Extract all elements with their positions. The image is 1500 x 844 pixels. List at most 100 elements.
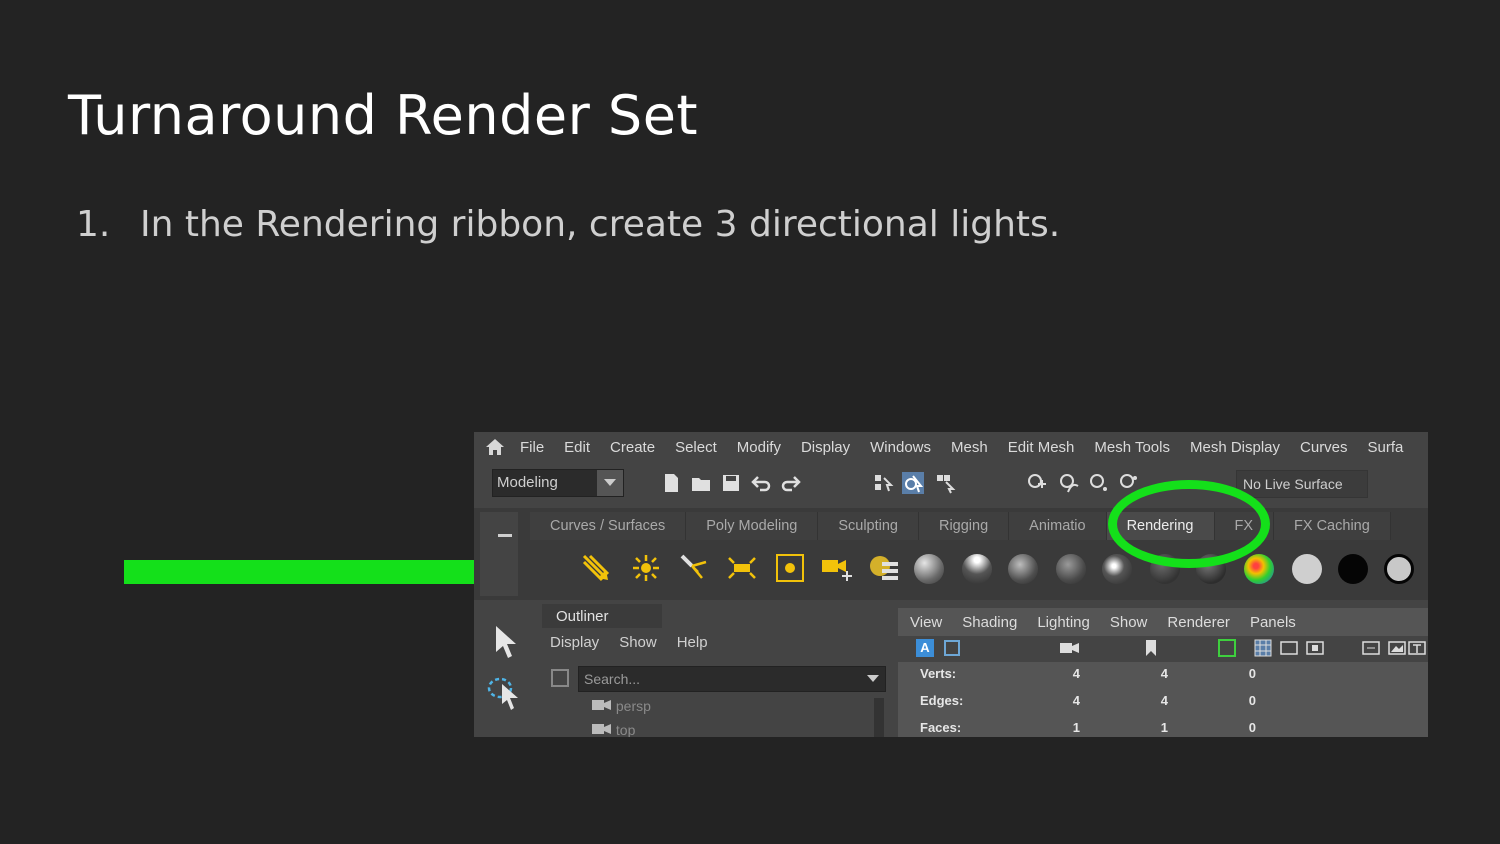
live-surface-label: No Live Surface: [1243, 476, 1343, 492]
list-item[interactable]: top: [592, 722, 635, 737]
area-light-icon[interactable]: [726, 552, 758, 584]
white-sphere-icon[interactable]: [1292, 554, 1322, 584]
select-object-icon[interactable]: [902, 472, 924, 494]
image-plane-icon[interactable]: [1388, 639, 1406, 657]
spot-light-icon[interactable]: [678, 552, 710, 584]
black-sphere-icon[interactable]: [1338, 554, 1368, 584]
outliner-menu-show[interactable]: Show: [619, 634, 657, 651]
menu-edit[interactable]: Edit: [564, 439, 590, 456]
viewport-menu-panels[interactable]: Panels: [1250, 614, 1296, 631]
safe-action-icon[interactable]: [1362, 639, 1380, 657]
outliner-menu: Display Show Help: [550, 634, 728, 651]
menu-modify[interactable]: Modify: [737, 439, 781, 456]
tab-rigging[interactable]: Rigging: [918, 512, 1010, 540]
menu-mesh-display[interactable]: Mesh Display: [1190, 439, 1280, 456]
open-scene-icon[interactable]: [690, 472, 712, 494]
chevron-down-icon[interactable]: [867, 675, 879, 683]
viewport-menu-renderer[interactable]: Renderer: [1167, 614, 1230, 631]
tab-curves-surfaces[interactable]: Curves / Surfaces: [530, 512, 687, 540]
stat-label: Verts:: [920, 666, 957, 681]
outliner-scrollbar[interactable]: [874, 698, 884, 737]
shelf-menu-icon: [498, 534, 512, 537]
mode-selector[interactable]: Modeling: [492, 469, 624, 497]
stat-value: 1: [1160, 720, 1168, 735]
directional-light-icon[interactable]: [580, 552, 612, 584]
shelf-menu[interactable]: [480, 512, 518, 596]
grease-pencil-icon[interactable]: [1218, 639, 1236, 657]
new-scene-icon[interactable]: [660, 472, 682, 494]
home-icon[interactable]: [480, 438, 510, 456]
heat-map-sphere-icon[interactable]: [1244, 554, 1274, 584]
lasso-tool-icon[interactable]: [486, 674, 522, 714]
stat-label: Faces:: [920, 720, 962, 735]
viewport-menu: View Shading Lighting Show Renderer Pane…: [910, 614, 1316, 631]
save-scene-icon[interactable]: [720, 472, 742, 494]
menu-curves[interactable]: Curves: [1300, 439, 1348, 456]
outliner-item-label: persp: [615, 698, 651, 714]
viewport-menu-view[interactable]: View: [910, 614, 942, 631]
live-surface-field[interactable]: No Live Surface: [1236, 470, 1368, 498]
chevron-down-icon[interactable]: [597, 470, 623, 496]
frame-icon[interactable]: [944, 640, 960, 656]
select-component-icon[interactable]: [934, 472, 956, 494]
camera-icon[interactable]: [820, 552, 852, 584]
material-sphere-icon[interactable]: [1102, 554, 1132, 584]
undo-icon[interactable]: [750, 472, 772, 494]
film-gate-icon[interactable]: [1280, 639, 1298, 657]
outliner-search-input[interactable]: Search...: [578, 666, 886, 692]
menu-mesh-tools[interactable]: Mesh Tools: [1094, 439, 1170, 456]
list-item[interactable]: persp: [592, 698, 651, 714]
snap-point-icon[interactable]: [1088, 472, 1110, 494]
select-hierarchy-icon[interactable]: [872, 472, 894, 494]
status-line: Modeling No Live Surface: [474, 464, 1428, 502]
filter-icon[interactable]: [550, 668, 570, 688]
stat-value: 4: [1072, 666, 1080, 681]
attribute-icon[interactable]: A: [916, 639, 934, 657]
snap-curve-icon[interactable]: [1058, 472, 1080, 494]
mode-label: Modeling: [497, 474, 558, 491]
material-sphere-icon[interactable]: [1056, 554, 1086, 584]
redo-icon[interactable]: [780, 472, 802, 494]
outlined-sphere-icon[interactable]: [1384, 554, 1414, 584]
camera-icon: [592, 724, 611, 734]
select-tool-icon[interactable]: [494, 624, 518, 660]
grid-icon[interactable]: [1254, 639, 1272, 657]
menu-surfaces[interactable]: Surfa: [1368, 439, 1404, 456]
camera-icon[interactable]: [1060, 641, 1080, 655]
outliner-menu-help[interactable]: Help: [677, 634, 708, 651]
resolution-gate-icon[interactable]: [1306, 639, 1324, 657]
text-icon[interactable]: [1408, 639, 1426, 657]
menu-file[interactable]: File: [520, 439, 544, 456]
menu-windows[interactable]: Windows: [870, 439, 931, 456]
bullet-item: 1. In the Rendering ribbon, create 3 dire…: [76, 204, 1060, 245]
menu-select[interactable]: Select: [675, 439, 717, 456]
bookmark-icon[interactable]: [1144, 639, 1158, 657]
outliner-menu-display[interactable]: Display: [550, 634, 599, 651]
menu-mesh[interactable]: Mesh: [951, 439, 988, 456]
menu-create[interactable]: Create: [610, 439, 655, 456]
tab-sculpting[interactable]: Sculpting: [818, 512, 919, 540]
viewport-menu-show[interactable]: Show: [1110, 614, 1148, 631]
snap-grid-icon[interactable]: [1026, 472, 1048, 494]
menu-edit-mesh[interactable]: Edit Mesh: [1008, 439, 1075, 456]
stat-value: 4: [1072, 693, 1080, 708]
stat-value: 0: [1248, 666, 1256, 681]
tab-poly-modeling[interactable]: Poly Modeling: [686, 512, 819, 540]
tab-animation[interactable]: Animatio: [1009, 512, 1107, 540]
material-sphere-icon[interactable]: [914, 554, 944, 584]
material-sphere-icon[interactable]: [962, 554, 992, 584]
stat-value: 4: [1160, 666, 1168, 681]
viewport-menu-lighting[interactable]: Lighting: [1037, 614, 1090, 631]
maya-screenshot: File Edit Create Select Modify Display W…: [474, 432, 1428, 737]
camera-icon: [592, 700, 611, 710]
volume-light-icon[interactable]: [774, 552, 806, 584]
material-sphere-icon[interactable]: [1008, 554, 1038, 584]
point-light-icon[interactable]: [630, 552, 662, 584]
menu-display[interactable]: Display: [801, 439, 850, 456]
viewport-menu-shading[interactable]: Shading: [962, 614, 1017, 631]
rendering-tab-highlight: [1108, 480, 1270, 568]
render-settings-icon[interactable]: [868, 552, 900, 584]
bullet-text: In the Rendering ribbon, create 3 direct…: [140, 204, 1061, 245]
tab-fx-caching[interactable]: FX Caching: [1274, 512, 1391, 540]
outliner-tab[interactable]: Outliner: [542, 604, 662, 628]
